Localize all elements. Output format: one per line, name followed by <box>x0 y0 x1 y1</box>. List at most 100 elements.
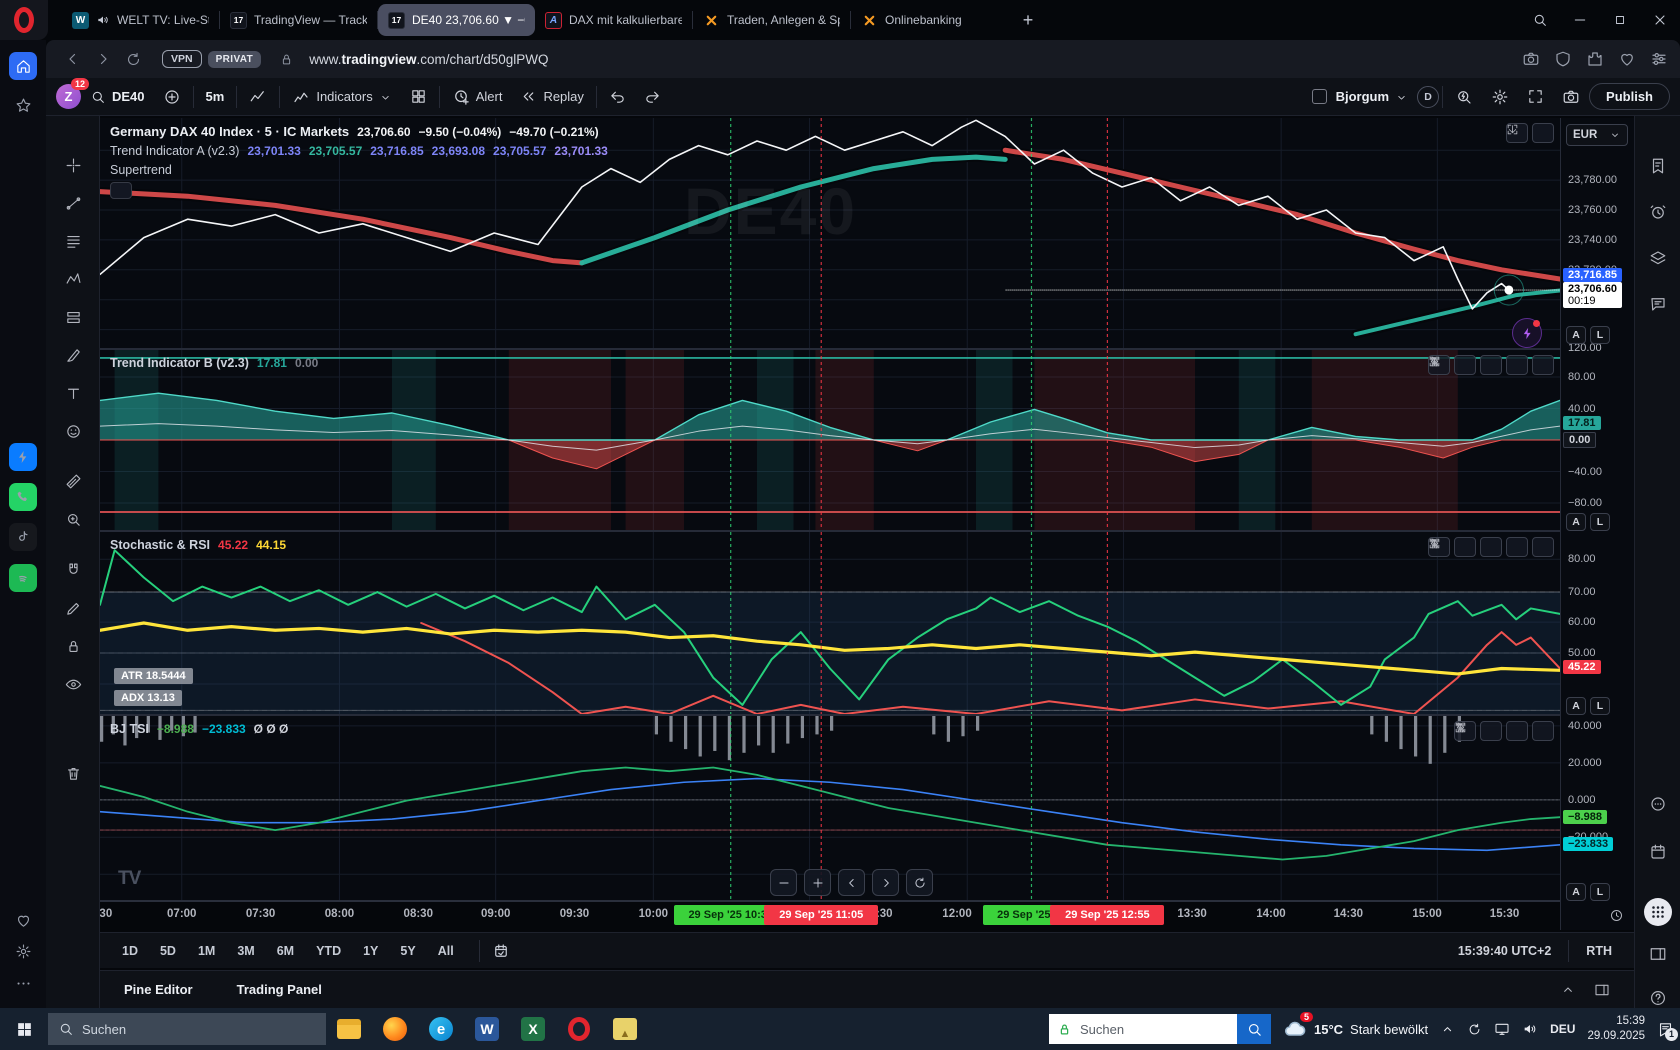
tray-expand-icon[interactable] <box>1440 1022 1455 1037</box>
panel-layers-icon[interactable] <box>1644 244 1672 272</box>
sidebar-tiktok-icon[interactable] <box>9 523 37 551</box>
currency-dropdown[interactable]: EUR <box>1566 124 1628 146</box>
pane-separator[interactable] <box>100 348 1634 350</box>
browser-tab-0[interactable]: WWELT TV: Live-Stream <box>62 4 219 36</box>
tool-position-icon[interactable] <box>60 304 86 330</box>
pane-legend[interactable]: Stochastic & RSI45.2244.15 <box>110 538 286 557</box>
tool-trendline-icon[interactable] <box>60 190 86 216</box>
back-button[interactable] <box>58 44 88 74</box>
panel-expand-icon[interactable] <box>1560 981 1576 998</box>
go-to-date-button[interactable] <box>483 936 519 966</box>
minimize-button[interactable] <box>1560 0 1600 40</box>
chart-pane-p2[interactable]: Trend Indicator B (v2.3)17.810.00 <box>100 350 1560 530</box>
lock-icon[interactable] <box>271 44 301 74</box>
tool-magnet-icon[interactable] <box>60 557 86 583</box>
layout-interval-badge[interactable]: D <box>1417 86 1439 108</box>
tool-text-icon[interactable] <box>60 380 86 406</box>
taskbar-gallery-icon[interactable]: ▲ <box>602 1008 648 1050</box>
new-tab-button[interactable]: + <box>1014 6 1042 34</box>
tool-ruler-icon[interactable] <box>60 468 86 494</box>
reset-chart-button[interactable] <box>906 869 933 896</box>
browser-tab-4[interactable]: Traden, Anlegen & Sparen <box>693 4 850 36</box>
panel-community-icon[interactable] <box>1644 790 1672 818</box>
chart-clock[interactable]: 15:39:40 UTC+2 <box>1458 944 1551 958</box>
pane-collapse-button[interactable] <box>1506 721 1528 741</box>
indicators-button[interactable]: Indicators <box>283 82 400 112</box>
sidebar-spotify-icon[interactable] <box>9 564 37 592</box>
sidebar-ellipsis-icon[interactable] <box>9 969 37 997</box>
chart-pane-p3[interactable]: Stochastic & RSI45.2244.15ATR 18.5444ADX… <box>100 532 1560 714</box>
forward-button[interactable] <box>88 44 118 74</box>
volume-tray-icon[interactable] <box>1522 1021 1538 1037</box>
scroll-right-button[interactable] <box>872 869 899 896</box>
pane-legend[interactable]: Germany DAX 40 Index · 5 · IC Markets23,… <box>110 124 608 199</box>
chart-pane-p1[interactable]: DE40Germany DAX 40 Index · 5 · IC Market… <box>100 118 1560 348</box>
tool-trash-icon[interactable] <box>60 760 86 786</box>
undo-button[interactable] <box>600 82 635 112</box>
symbol-search-button[interactable]: DE40 <box>81 82 154 112</box>
alert-button[interactable]: Alert <box>443 82 512 112</box>
taskbar-word-icon[interactable]: W <box>464 1008 510 1050</box>
range-all[interactable]: All <box>438 944 454 958</box>
minus-button[interactable] <box>770 869 797 896</box>
settings-button[interactable] <box>1482 82 1518 112</box>
range-5d[interactable]: 5D <box>160 944 176 958</box>
panel-layout-icon[interactable] <box>1594 981 1610 998</box>
log-scale-button[interactable]: L <box>1590 697 1610 715</box>
log-scale-button[interactable]: L <box>1590 883 1610 901</box>
scroll-left-button[interactable] <box>838 869 865 896</box>
favorites-button[interactable] <box>1618 50 1636 68</box>
tab-search-button[interactable] <box>1520 0 1560 40</box>
pane-down-button[interactable] <box>1454 537 1476 557</box>
pane-expand-button[interactable] <box>1532 355 1554 375</box>
axis-corner[interactable] <box>1560 902 1634 930</box>
replay-button[interactable]: Replay <box>511 82 592 112</box>
tool-fib-icon[interactable] <box>60 228 86 254</box>
browser-tab-2[interactable]: 17DE40 23,706.60 ▼ −0.21% <box>378 4 535 36</box>
pane-down-button[interactable] <box>1454 355 1476 375</box>
pane-legend[interactable]: BJ TSI−8.988−23.833Ø Ø Ø <box>110 722 288 741</box>
log-scale-button[interactable]: L <box>1590 513 1610 531</box>
auto-scale-button[interactable]: A <box>1566 883 1586 901</box>
panel-data-window-icon[interactable] <box>1644 940 1672 968</box>
layout-name-button[interactable]: Bjorgum <box>1327 82 1417 112</box>
vpn-badge[interactable]: VPN <box>162 50 202 68</box>
add-symbol-button[interactable] <box>154 82 190 112</box>
sidebar-gear-icon[interactable] <box>9 937 37 965</box>
layout-grid-button[interactable] <box>401 82 436 112</box>
pane-expand-button[interactable] <box>1532 123 1554 143</box>
pane-separator[interactable] <box>100 714 1634 716</box>
taskbar-edge-icon[interactable]: e <box>418 1008 464 1050</box>
tool-pattern-icon[interactable] <box>60 266 86 292</box>
panel-apps-grid-icon[interactable] <box>1644 898 1672 926</box>
interval-button[interactable]: 5m <box>197 82 234 112</box>
browser-tab-1[interactable]: 17TradingView — Track All M <box>220 4 377 36</box>
legend-collapse-button[interactable] <box>110 182 132 199</box>
url-field[interactable]: www.tradingview.com/chart/d50glPWQ <box>309 52 548 67</box>
browser-tab-5[interactable]: Onlinebanking <box>851 4 1008 36</box>
quick-search-button[interactable] <box>1446 82 1482 112</box>
fullscreen-button[interactable] <box>1518 82 1553 112</box>
publish-button[interactable]: Publish <box>1589 83 1670 110</box>
start-button[interactable] <box>0 1008 48 1050</box>
session-clock-icon[interactable] <box>1609 907 1624 925</box>
tool-lock-icon[interactable] <box>60 633 86 659</box>
multi-select-checkbox[interactable] <box>1312 89 1327 104</box>
tool-zoom-in-icon[interactable] <box>60 506 86 532</box>
sidebar-home-icon[interactable] <box>9 52 37 80</box>
pane-collapse-button[interactable] <box>1506 355 1528 375</box>
taskbar-opera-icon[interactable] <box>556 1008 602 1050</box>
opera-menu-button[interactable] <box>0 0 48 40</box>
tool-pencil-icon[interactable] <box>60 595 86 621</box>
tab-pine-editor[interactable]: Pine Editor <box>124 982 193 997</box>
tab-trading-panel[interactable]: Trading Panel <box>237 982 322 997</box>
range-3m[interactable]: 3M <box>237 944 254 958</box>
pane-collapse-button[interactable] <box>1506 537 1528 557</box>
taskbar-clock[interactable]: 15:3929.09.2025 <box>1587 1014 1645 1044</box>
taskbar-search[interactable]: Suchen <box>48 1013 326 1045</box>
taskbar-explorer-icon[interactable] <box>326 1008 372 1050</box>
range-6m[interactable]: 6M <box>277 944 294 958</box>
tool-brush-icon[interactable] <box>60 342 86 368</box>
sync-tray-icon[interactable] <box>1467 1022 1482 1037</box>
range-5y[interactable]: 5Y <box>400 944 415 958</box>
